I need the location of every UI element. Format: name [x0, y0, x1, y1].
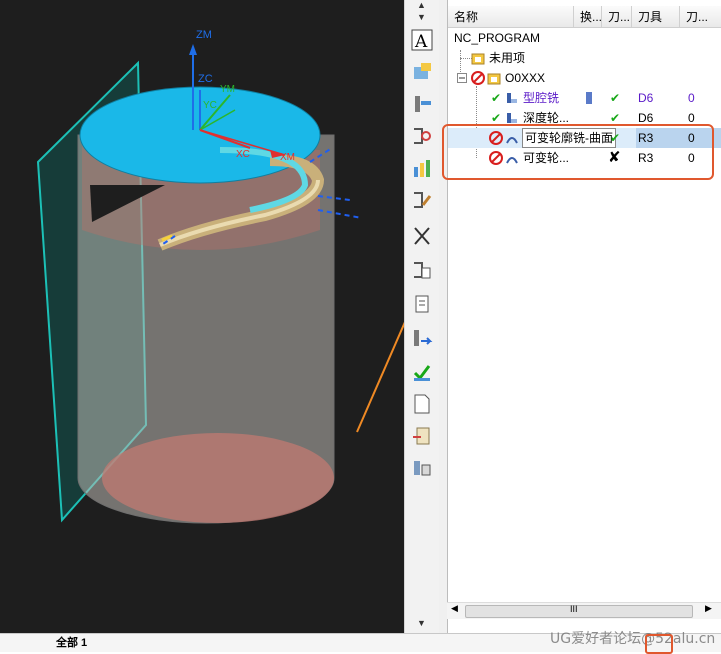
column-header-toolnum[interactable]: 刀... [680, 6, 721, 28]
toolbar-scroll-down-icon[interactable]: ▼ [417, 618, 426, 628]
column-header-toolchange[interactable]: 换... [574, 6, 602, 28]
tree-row[interactable]: O0XXX [448, 68, 721, 88]
xc-label: XC [236, 149, 250, 160]
tool-number: 0 [688, 91, 695, 105]
watermark: UG爱好者论坛@52alu.cn [550, 631, 716, 647]
paste-operation-icon[interactable] [410, 292, 434, 316]
tool-name: D6 [638, 91, 654, 105]
postprocess-icon[interactable] [410, 424, 434, 448]
horizontal-scrollbar[interactable]: ◀ III ▶ [447, 602, 721, 619]
tree-row[interactable]: 未用项 [448, 48, 721, 68]
tree-row[interactable]: ✔ 型腔铣 ✔ D6 0 [448, 88, 721, 108]
scroll-thumb[interactable]: III [465, 604, 693, 618]
copy-operation-icon[interactable] [410, 258, 434, 282]
cut-operation-icon[interactable] [410, 224, 434, 248]
status-bar: 全部 1 UG爱好者论坛@52alu.cn [0, 631, 721, 654]
column-header-path[interactable]: 刀... [602, 6, 632, 28]
splitter[interactable] [439, 0, 447, 633]
create-geometry-icon[interactable] [410, 124, 434, 148]
verify-toolpath-icon[interactable] [410, 360, 434, 384]
graphics-viewport[interactable]: ZM ZC YM YC XC XM [0, 0, 404, 633]
column-header-name[interactable]: 名称 [448, 6, 574, 28]
model-view: ZM ZC YM YC XC XM [36, 29, 404, 524]
not-generated-status-icon [470, 70, 486, 86]
cylinder-bottom-face [102, 433, 334, 523]
annotation-arrow-line [356, 321, 404, 433]
toolchange-icon [581, 90, 597, 106]
zm-label: ZM [196, 29, 212, 41]
folder-program-icon [470, 50, 486, 66]
complete-check-icon: ✔ [490, 91, 502, 105]
svg-text:A: A [414, 32, 428, 51]
create-program-icon[interactable] [410, 60, 434, 84]
path-status: ✔ [610, 91, 621, 105]
operation-navigator: 名称 换... 刀... 刀具 刀... NC_PROGRAM 未用项 O0XX… [442, 0, 721, 633]
zc-label: ZC [198, 73, 213, 85]
scroll-grip: III [570, 604, 578, 614]
row-name: O0XXX [505, 71, 546, 85]
row-name: NC_PROGRAM [454, 31, 541, 45]
row-name: 型腔铣 [523, 91, 560, 105]
xm-label: XM [280, 152, 295, 163]
highlight-annotation-box [645, 634, 673, 654]
operation-toolbar: ▲ ▼ A ▼ [404, 0, 440, 633]
collapse-icon[interactable] [454, 70, 470, 86]
toolbar-scroll-up-icon[interactable]: ▲ [417, 0, 426, 10]
cavity-mill-icon [504, 90, 520, 106]
tree-row[interactable]: NC_PROGRAM [448, 28, 721, 48]
status-count: 全部 1 [56, 637, 88, 649]
toolbar-dropdown-icon[interactable]: ▼ [417, 12, 426, 22]
ym-label: YM [220, 84, 235, 95]
generate-toolpath-icon[interactable] [410, 326, 434, 350]
shop-documentation-icon[interactable] [410, 456, 434, 480]
scroll-right-icon[interactable]: ▶ [705, 603, 712, 614]
new-document-icon[interactable] [410, 392, 434, 416]
create-method-icon[interactable] [410, 156, 434, 180]
text-annotation-icon[interactable]: A [410, 28, 434, 52]
edit-object-icon[interactable] [410, 188, 434, 212]
row-name: 未用项 [489, 51, 526, 65]
scroll-left-icon[interactable]: ◀ [451, 603, 458, 614]
create-tool-icon[interactable] [410, 92, 434, 116]
highlight-annotation-box [442, 124, 714, 180]
column-header-tool[interactable]: 刀具 [632, 6, 680, 28]
folder-program-icon [486, 70, 502, 86]
yc-label: YC [203, 100, 217, 111]
